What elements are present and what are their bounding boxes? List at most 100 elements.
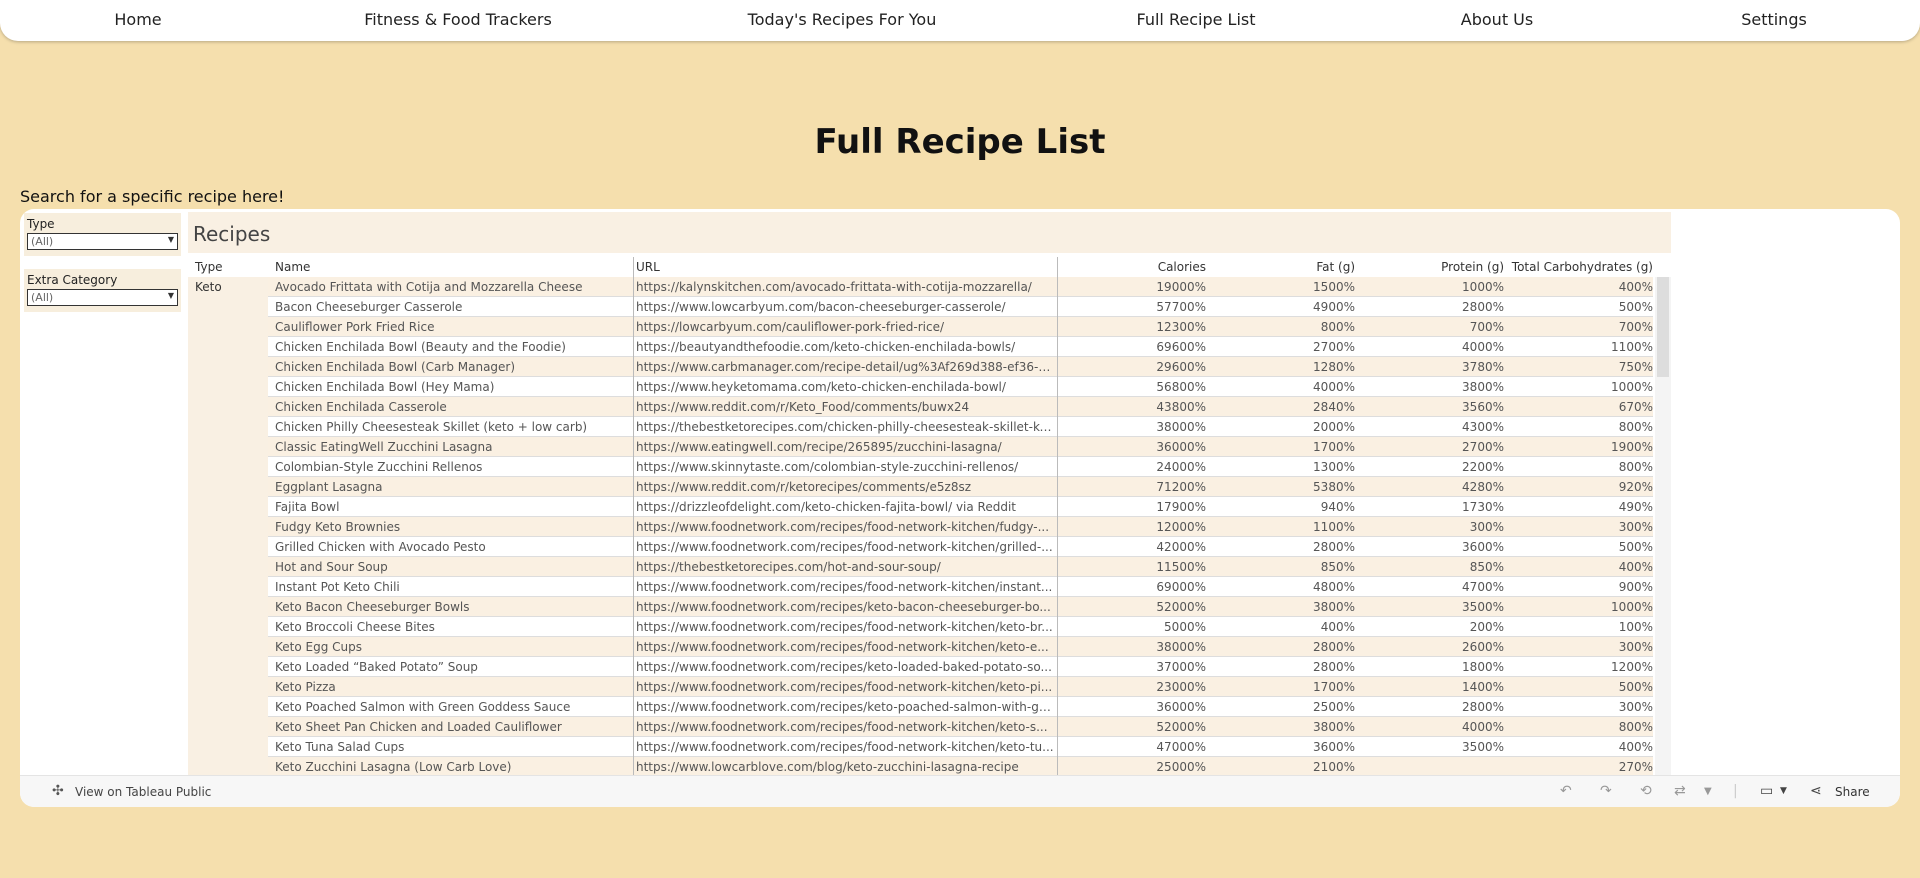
cell-fat[interactable]: 1500%: [1235, 280, 1355, 294]
cell-url[interactable]: https://www.foodnetwork.com/recipes/food…: [636, 580, 1054, 594]
cell-fat[interactable]: 2800%: [1235, 640, 1355, 654]
table-row[interactable]: Keto Sheet Pan Chicken and Loaded Caulif…: [188, 717, 1671, 737]
cell-carbs[interactable]: 800%: [1513, 420, 1653, 434]
cell-protein[interactable]: 4000%: [1384, 720, 1504, 734]
table-row[interactable]: Cauliflower Pork Fried Rice https://lowca…: [188, 317, 1671, 337]
cell-name[interactable]: Keto Poached Salmon with Green Goddess S…: [275, 700, 630, 714]
filter-extra-category-dropdown[interactable]: (All) ▼: [27, 289, 178, 306]
cell-calories[interactable]: 12300%: [1086, 320, 1206, 334]
cell-calories[interactable]: 47000%: [1086, 740, 1206, 754]
cell-calories[interactable]: 52000%: [1086, 600, 1206, 614]
cell-carbs[interactable]: 800%: [1513, 720, 1653, 734]
comment-icon[interactable]: ▭: [1760, 783, 1773, 799]
cell-calories[interactable]: 69600%: [1086, 340, 1206, 354]
cell-carbs[interactable]: 800%: [1513, 460, 1653, 474]
cell-carbs[interactable]: 300%: [1513, 700, 1653, 714]
cell-name[interactable]: Avocado Frittata with Cotija and Mozzare…: [275, 280, 630, 294]
cell-name[interactable]: Instant Pot Keto Chili: [275, 580, 630, 594]
table-row[interactable]: Hot and Sour Soup https://thebestketoreci…: [188, 557, 1671, 577]
cell-url[interactable]: https://beautyandthefoodie.com/keto-chic…: [636, 340, 1054, 354]
cell-name[interactable]: Chicken Philly Cheesesteak Skillet (keto…: [275, 420, 630, 434]
table-row[interactable]: Instant Pot Keto Chili https://www.foodne…: [188, 577, 1671, 597]
cell-url[interactable]: https://www.lowcarblove.com/blog/keto-zu…: [636, 760, 1054, 774]
cell-carbs[interactable]: 500%: [1513, 680, 1653, 694]
cell-protein[interactable]: 1000%: [1384, 280, 1504, 294]
share-icon[interactable]: ⋖: [1810, 783, 1822, 799]
cell-fat[interactable]: 3800%: [1235, 600, 1355, 614]
cell-protein[interactable]: 3500%: [1384, 740, 1504, 754]
col-header-type[interactable]: Type: [195, 260, 223, 274]
cell-name[interactable]: Keto Bacon Cheeseburger Bowls: [275, 600, 630, 614]
nav-home[interactable]: Home: [114, 10, 161, 29]
col-header-name[interactable]: Name: [275, 260, 310, 274]
table-row[interactable]: Colombian-Style Zucchini Rellenos https:/…: [188, 457, 1671, 477]
cell-calories[interactable]: 52000%: [1086, 720, 1206, 734]
filter-type-dropdown[interactable]: (All) ▼: [27, 233, 178, 250]
cell-name[interactable]: Chicken Enchilada Casserole: [275, 400, 630, 414]
table-row[interactable]: Chicken Enchilada Casserole https://www.r…: [188, 397, 1671, 417]
table-row[interactable]: Keto Poached Salmon with Green Goddess S…: [188, 697, 1671, 717]
cell-fat[interactable]: 2800%: [1235, 660, 1355, 674]
cell-fat[interactable]: 5380%: [1235, 480, 1355, 494]
cell-calories[interactable]: 19000%: [1086, 280, 1206, 294]
table-row[interactable]: Keto Pizza https://www.foodnetwork.com/re…: [188, 677, 1671, 697]
cell-url[interactable]: https://www.foodnetwork.com/recipes/keto…: [636, 600, 1054, 614]
cell-calories[interactable]: 17900%: [1086, 500, 1206, 514]
cell-calories[interactable]: 5000%: [1086, 620, 1206, 634]
cell-protein[interactable]: 3800%: [1384, 380, 1504, 394]
cell-protein[interactable]: 1730%: [1384, 500, 1504, 514]
cell-carbs[interactable]: 500%: [1513, 540, 1653, 554]
cell-fat[interactable]: 3800%: [1235, 720, 1355, 734]
cell-protein[interactable]: 700%: [1384, 320, 1504, 334]
undo-icon[interactable]: ↶: [1560, 783, 1572, 799]
table-row[interactable]: Grilled Chicken with Avocado Pesto https:…: [188, 537, 1671, 557]
cell-carbs[interactable]: 920%: [1513, 480, 1653, 494]
cell-calories[interactable]: 12000%: [1086, 520, 1206, 534]
cell-carbs[interactable]: 1200%: [1513, 660, 1653, 674]
cell-fat[interactable]: 2700%: [1235, 340, 1355, 354]
table-row[interactable]: Chicken Philly Cheesesteak Skillet (keto…: [188, 417, 1671, 437]
cell-name[interactable]: Keto Pizza: [275, 680, 630, 694]
cell-fat[interactable]: 1700%: [1235, 440, 1355, 454]
cell-carbs[interactable]: 1000%: [1513, 600, 1653, 614]
table-row[interactable]: Keto Tuna Salad Cups https://www.foodnetw…: [188, 737, 1671, 757]
cell-protein[interactable]: 2700%: [1384, 440, 1504, 454]
cell-carbs[interactable]: 750%: [1513, 360, 1653, 374]
cell-carbs[interactable]: 500%: [1513, 300, 1653, 314]
cell-calories[interactable]: 71200%: [1086, 480, 1206, 494]
cell-name[interactable]: Keto Tuna Salad Cups: [275, 740, 630, 754]
cell-name[interactable]: Hot and Sour Soup: [275, 560, 630, 574]
cell-url[interactable]: https://www.foodnetwork.com/recipes/keto…: [636, 660, 1054, 674]
cell-carbs[interactable]: 400%: [1513, 560, 1653, 574]
col-header-fat[interactable]: Fat (g): [1316, 260, 1355, 274]
cell-protein[interactable]: 2800%: [1384, 300, 1504, 314]
col-header-url[interactable]: URL: [636, 260, 660, 274]
cell-carbs[interactable]: 1900%: [1513, 440, 1653, 454]
cell-name[interactable]: Fudgy Keto Brownies: [275, 520, 630, 534]
table-row[interactable]: Fajita Bowl https://drizzleofdelight.com/…: [188, 497, 1671, 517]
chevron-down-icon[interactable]: ▼: [1704, 786, 1712, 797]
table-row[interactable]: Keto Broccoli Cheese Bites https://www.fo…: [188, 617, 1671, 637]
cell-fat[interactable]: 2800%: [1235, 540, 1355, 554]
cell-name[interactable]: Keto Sheet Pan Chicken and Loaded Caulif…: [275, 720, 630, 734]
cell-protein[interactable]: 3560%: [1384, 400, 1504, 414]
table-row[interactable]: Classic EatingWell Zucchini Lasagna https…: [188, 437, 1671, 457]
cell-name[interactable]: Keto Zucchini Lasagna (Low Carb Love): [275, 760, 630, 774]
cell-protein[interactable]: 300%: [1384, 520, 1504, 534]
table-row[interactable]: Eggplant Lasagna https://www.reddit.com/r…: [188, 477, 1671, 497]
nav-fitness-food-trackers[interactable]: Fitness & Food Trackers: [364, 10, 552, 29]
cell-url[interactable]: https://thebestketorecipes.com/chicken-p…: [636, 420, 1054, 434]
cell-url[interactable]: https://www.foodnetwork.com/recipes/food…: [636, 640, 1054, 654]
nav-about-us[interactable]: About Us: [1461, 10, 1533, 29]
cell-url[interactable]: https://www.foodnetwork.com/recipes/food…: [636, 520, 1054, 534]
cell-name[interactable]: Eggplant Lasagna: [275, 480, 630, 494]
cell-carbs[interactable]: 1000%: [1513, 380, 1653, 394]
cell-url[interactable]: https://drizzleofdelight.com/keto-chicke…: [636, 500, 1054, 514]
table-row[interactable]: Avocado Frittata with Cotija and Mozzare…: [188, 277, 1671, 297]
cell-protein[interactable]: 2600%: [1384, 640, 1504, 654]
cell-url[interactable]: https://lowcarbyum.com/cauliflower-pork-…: [636, 320, 1054, 334]
table-row[interactable]: Keto Loaded “Baked Potato” Soup https://w…: [188, 657, 1671, 677]
cell-fat[interactable]: 1280%: [1235, 360, 1355, 374]
table-row[interactable]: Fudgy Keto Brownies https://www.foodnetwo…: [188, 517, 1671, 537]
cell-protein[interactable]: 3600%: [1384, 540, 1504, 554]
